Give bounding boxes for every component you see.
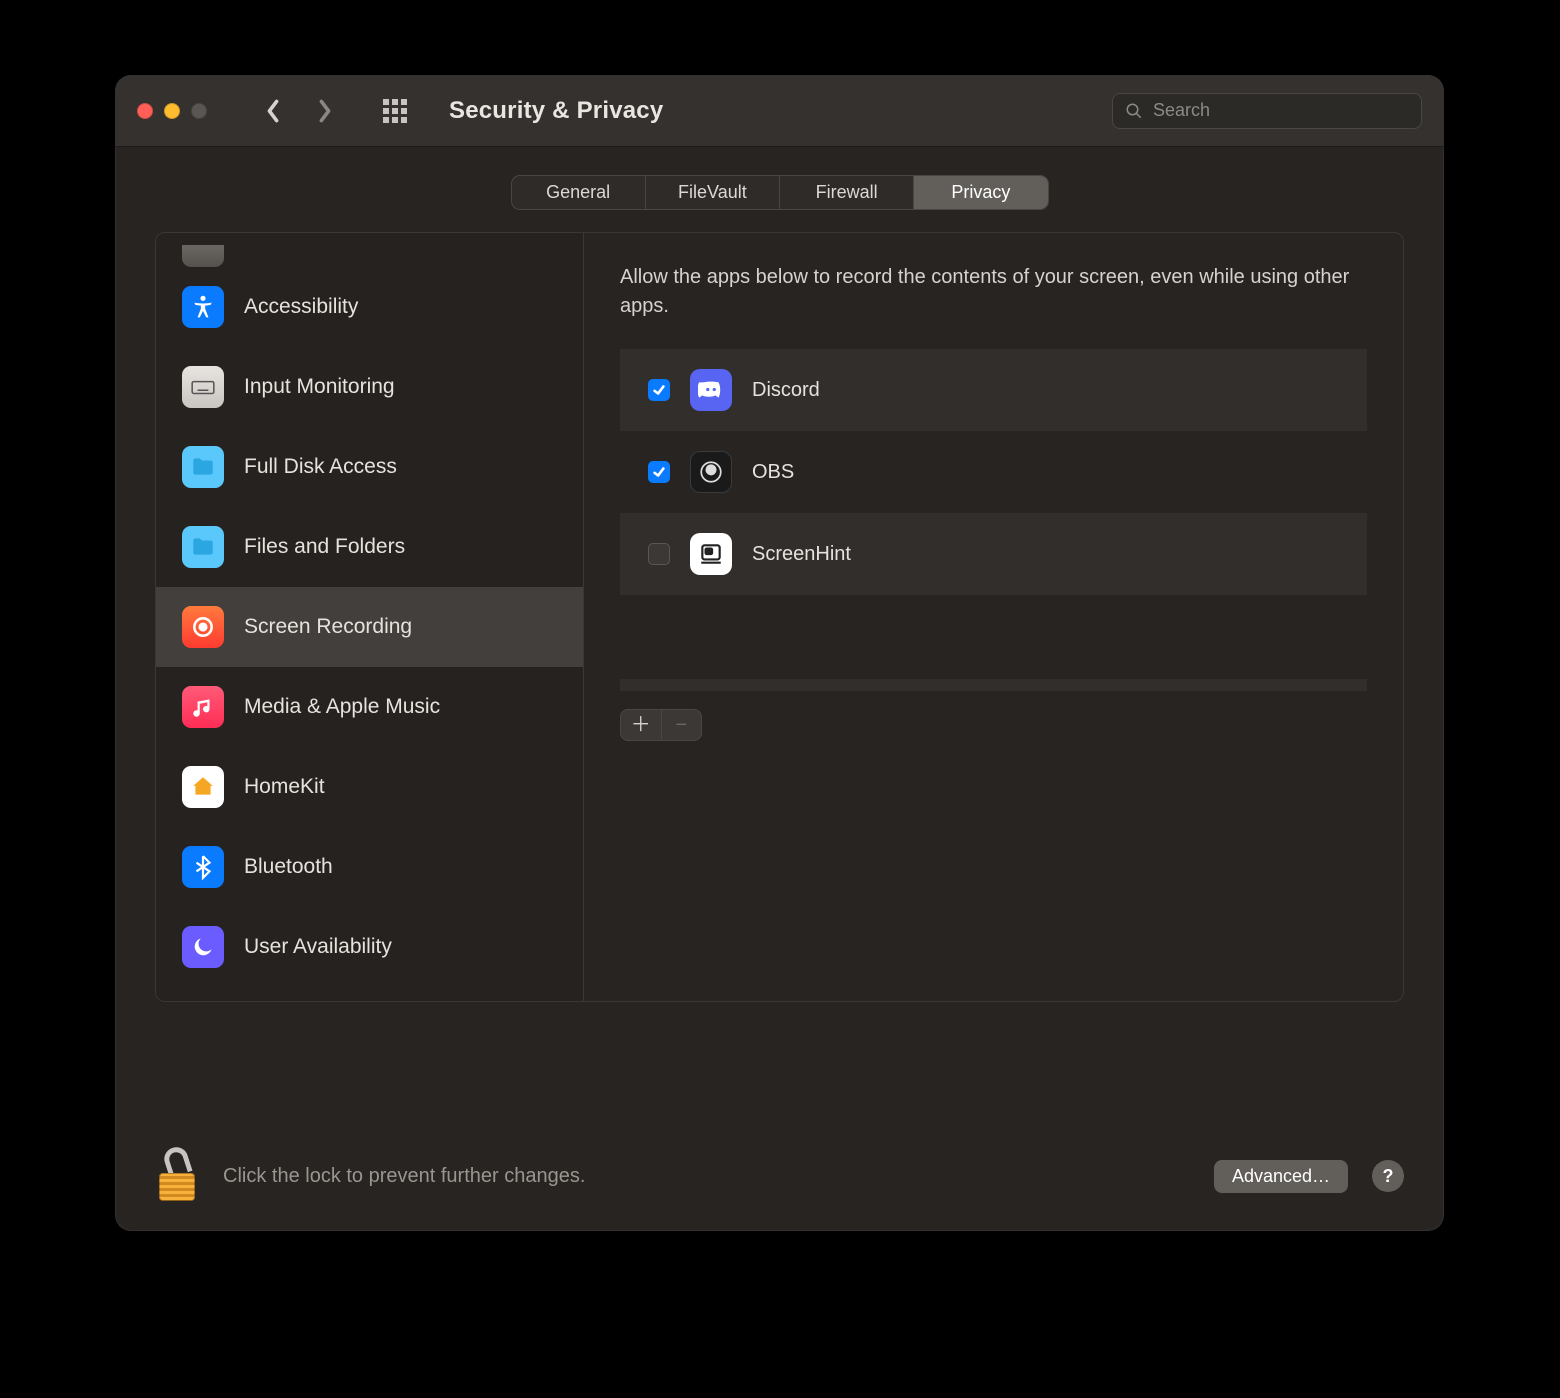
- tab-bar: General FileVault Firewall Privacy: [511, 175, 1049, 210]
- tab-privacy[interactable]: Privacy: [914, 176, 1047, 209]
- sidebar-item-label: Files and Folders: [244, 535, 405, 559]
- sidebar-item-screen-recording[interactable]: Screen Recording: [156, 587, 583, 667]
- add-app-button[interactable]: ＋: [621, 710, 661, 740]
- home-icon: [182, 766, 224, 808]
- close-window-button[interactable]: [137, 103, 153, 119]
- moon-icon: [182, 926, 224, 968]
- help-button[interactable]: ?: [1372, 1160, 1404, 1192]
- sidebar-item-files-and-folders[interactable]: Files and Folders: [156, 507, 583, 587]
- minimize-window-button[interactable]: [164, 103, 180, 119]
- advanced-button[interactable]: Advanced…: [1214, 1160, 1348, 1193]
- back-button[interactable]: [259, 97, 287, 125]
- privacy-detail-pane: Allow the apps below to record the conte…: [584, 233, 1403, 1001]
- app-checkbox[interactable]: [648, 543, 670, 565]
- sidebar-item-label: Input Monitoring: [244, 375, 395, 399]
- preferences-window: Security & Privacy General FileVault Fir…: [115, 75, 1444, 1231]
- tab-firewall[interactable]: Firewall: [780, 176, 914, 209]
- search-input[interactable]: [1153, 100, 1409, 121]
- sidebar-item-clipped: [156, 237, 583, 267]
- remove-app-button[interactable]: −: [661, 710, 702, 740]
- sidebar-item-bluetooth[interactable]: Bluetooth: [156, 827, 583, 907]
- keyboard-icon: [182, 366, 224, 408]
- search-field[interactable]: [1112, 93, 1422, 129]
- bluetooth-icon: [182, 846, 224, 888]
- add-remove-control: ＋ −: [620, 709, 702, 741]
- show-all-button[interactable]: [383, 99, 407, 123]
- app-name-label: Discord: [752, 379, 820, 402]
- lock-button[interactable]: [155, 1151, 199, 1201]
- privacy-category-list[interactable]: Accessibility Input Monitoring Full Disk…: [156, 233, 584, 1001]
- window-controls: [137, 103, 207, 119]
- tab-general[interactable]: General: [512, 176, 646, 209]
- app-checkbox[interactable]: [648, 461, 670, 483]
- sidebar-item-label: HomeKit: [244, 775, 325, 799]
- app-name-label: ScreenHint: [752, 543, 851, 566]
- footer: Click the lock to prevent further change…: [115, 1121, 1444, 1231]
- sidebar-item-input-monitoring[interactable]: Input Monitoring: [156, 347, 583, 427]
- search-icon: [1125, 102, 1143, 120]
- sidebar-item-label: User Availability: [244, 935, 392, 959]
- sidebar-item-label: Accessibility: [244, 295, 358, 319]
- chevron-left-icon: [265, 99, 281, 123]
- app-row[interactable]: Discord: [620, 349, 1367, 431]
- app-name-label: OBS: [752, 461, 794, 484]
- tab-filevault[interactable]: FileVault: [646, 176, 780, 209]
- lock-hint-label: Click the lock to prevent further change…: [223, 1165, 585, 1188]
- sidebar-item-label: Screen Recording: [244, 615, 412, 639]
- sidebar-item-accessibility[interactable]: Accessibility: [156, 267, 583, 347]
- pane-description: Allow the apps below to record the conte…: [620, 263, 1367, 321]
- app-permission-list[interactable]: Discord OBS: [620, 349, 1367, 595]
- sidebar-item-homekit[interactable]: HomeKit: [156, 747, 583, 827]
- app-checkbox[interactable]: [648, 379, 670, 401]
- accessibility-icon: [182, 286, 224, 328]
- folder-icon: [182, 446, 224, 488]
- sidebar-item-media-apple-music[interactable]: Media & Apple Music: [156, 667, 583, 747]
- record-icon: [182, 606, 224, 648]
- obs-icon: [690, 451, 732, 493]
- sidebar-item-label: Full Disk Access: [244, 455, 397, 479]
- chevron-right-icon: [317, 99, 333, 123]
- music-icon: [182, 686, 224, 728]
- discord-icon: [690, 369, 732, 411]
- nav-buttons: [259, 97, 339, 125]
- app-row[interactable]: ScreenHint: [620, 513, 1367, 595]
- list-scroll-track: [620, 679, 1367, 691]
- screenhint-icon: [690, 533, 732, 575]
- sidebar-item-full-disk-access[interactable]: Full Disk Access: [156, 427, 583, 507]
- sidebar-item-label: Bluetooth: [244, 855, 333, 879]
- sidebar-item-label: Media & Apple Music: [244, 695, 440, 719]
- sidebar-item-user-availability[interactable]: User Availability: [156, 907, 583, 987]
- privacy-panel: Accessibility Input Monitoring Full Disk…: [155, 232, 1404, 1002]
- window-title: Security & Privacy: [449, 97, 663, 125]
- forward-button[interactable]: [311, 97, 339, 125]
- zoom-window-button[interactable]: [191, 103, 207, 119]
- titlebar: Security & Privacy: [115, 75, 1444, 147]
- window-body: General FileVault Firewall Privacy Acces…: [115, 147, 1444, 1002]
- app-row[interactable]: OBS: [620, 431, 1367, 513]
- folder-icon: [182, 526, 224, 568]
